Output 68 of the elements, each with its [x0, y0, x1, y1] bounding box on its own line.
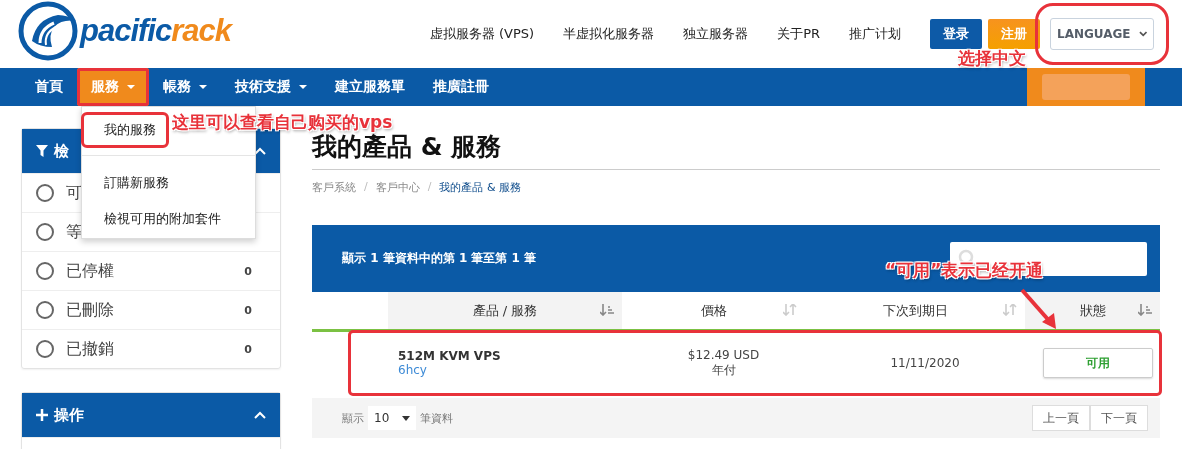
caret-icon	[199, 85, 207, 89]
breadcrumb-separator: /	[427, 180, 432, 195]
breadcrumb-link[interactable]: 我的產品 & 服務	[439, 180, 521, 195]
annotation-text: “可用”表示已经开通	[885, 259, 1044, 282]
language-select[interactable]: LANGUAGE	[1050, 18, 1154, 50]
annotation-text: 选择中文	[958, 47, 1026, 70]
previous-page-button[interactable]: 上一頁	[1032, 405, 1090, 431]
due-date: 11/11/2020	[890, 356, 960, 370]
top-nav-link[interactable]: 推广计划	[849, 25, 901, 43]
filter-label: 已刪除	[66, 299, 114, 321]
radio-button[interactable]	[36, 223, 54, 241]
sort-icon	[1003, 304, 1017, 316]
menu-item[interactable]: 訂購新服務	[84, 168, 179, 198]
caret-icon	[127, 85, 135, 89]
caret-icon	[402, 415, 410, 421]
breadcrumb-separator: /	[364, 180, 368, 195]
status-label: 可用	[1042, 348, 1153, 378]
column-header[interactable]: 產品 / 服務	[388, 292, 622, 329]
domain-link[interactable]: 6hcy	[398, 363, 632, 377]
sort-icon	[783, 304, 797, 316]
panel-title: 檢	[54, 141, 70, 161]
radio-button[interactable]	[36, 262, 54, 280]
sort-icon	[600, 304, 614, 316]
column-header[interactable]: 下次到期日	[805, 292, 1025, 329]
plus-icon	[36, 409, 48, 421]
menu-item[interactable]: 我的服務	[84, 115, 166, 145]
filter-count: 0	[244, 303, 252, 317]
top-nav-link[interactable]: 独立服务器	[683, 25, 749, 43]
filter-label: 可	[66, 182, 82, 204]
login-button[interactable]: 登录	[930, 19, 982, 49]
filter-icon	[36, 145, 48, 157]
filter-label: 等	[66, 221, 82, 243]
footer-label: 筆資料	[420, 410, 453, 426]
column-header[interactable]: 狀態	[1025, 292, 1160, 329]
filter-label: 已停權	[66, 260, 114, 282]
chevron-down-icon	[1138, 31, 1147, 37]
menu-item[interactable]: 檢視可用的附加套件	[84, 204, 231, 234]
logo-text: pacific	[80, 13, 172, 48]
nav-item[interactable]: 技術支援	[221, 68, 321, 106]
breadcrumb-link[interactable]: 客戶中心	[375, 180, 420, 195]
top-nav-link[interactable]: 关于PR	[777, 25, 820, 43]
footer-label: 顯示	[342, 410, 364, 426]
chevron-up-icon	[254, 411, 266, 419]
column-header[interactable]: 價格	[622, 292, 805, 329]
panel-title: 操作	[54, 405, 85, 425]
next-page-button[interactable]: 下一頁	[1090, 405, 1148, 431]
sort-icon	[1138, 304, 1152, 316]
top-nav-link[interactable]: 半虚拟化服务器	[563, 25, 655, 43]
radio-button[interactable]	[36, 340, 54, 358]
table-info: 顯示 1 筆資料中的第 1 筆至第 1 筆	[342, 250, 537, 267]
page-size-select[interactable]: 10	[368, 406, 416, 430]
nav-item[interactable]: 建立服務單	[321, 68, 419, 106]
filter-count: 0	[244, 264, 252, 278]
radio-button[interactable]	[36, 301, 54, 319]
radio-button[interactable]	[36, 184, 54, 202]
top-nav-link[interactable]: 虚拟服务器 (VPS)	[429, 25, 535, 43]
breadcrumb-link[interactable]: 客戶系統	[312, 180, 356, 195]
price-text: $12.49 USD	[687, 347, 760, 362]
filter-count: 0	[244, 342, 252, 356]
nav-item[interactable]: 帳務	[149, 68, 221, 106]
nav-item[interactable]: 首頁	[21, 68, 77, 106]
logo-text: rack	[171, 13, 231, 48]
nav-item[interactable]: 推廣註冊	[419, 68, 503, 106]
billing-cycle: 年付	[711, 361, 736, 379]
product-name: 512M KVM VPS	[398, 349, 502, 363]
logo-icon	[18, 1, 78, 61]
caret-icon	[299, 85, 307, 89]
filter-label: 已撤銷	[66, 338, 114, 360]
